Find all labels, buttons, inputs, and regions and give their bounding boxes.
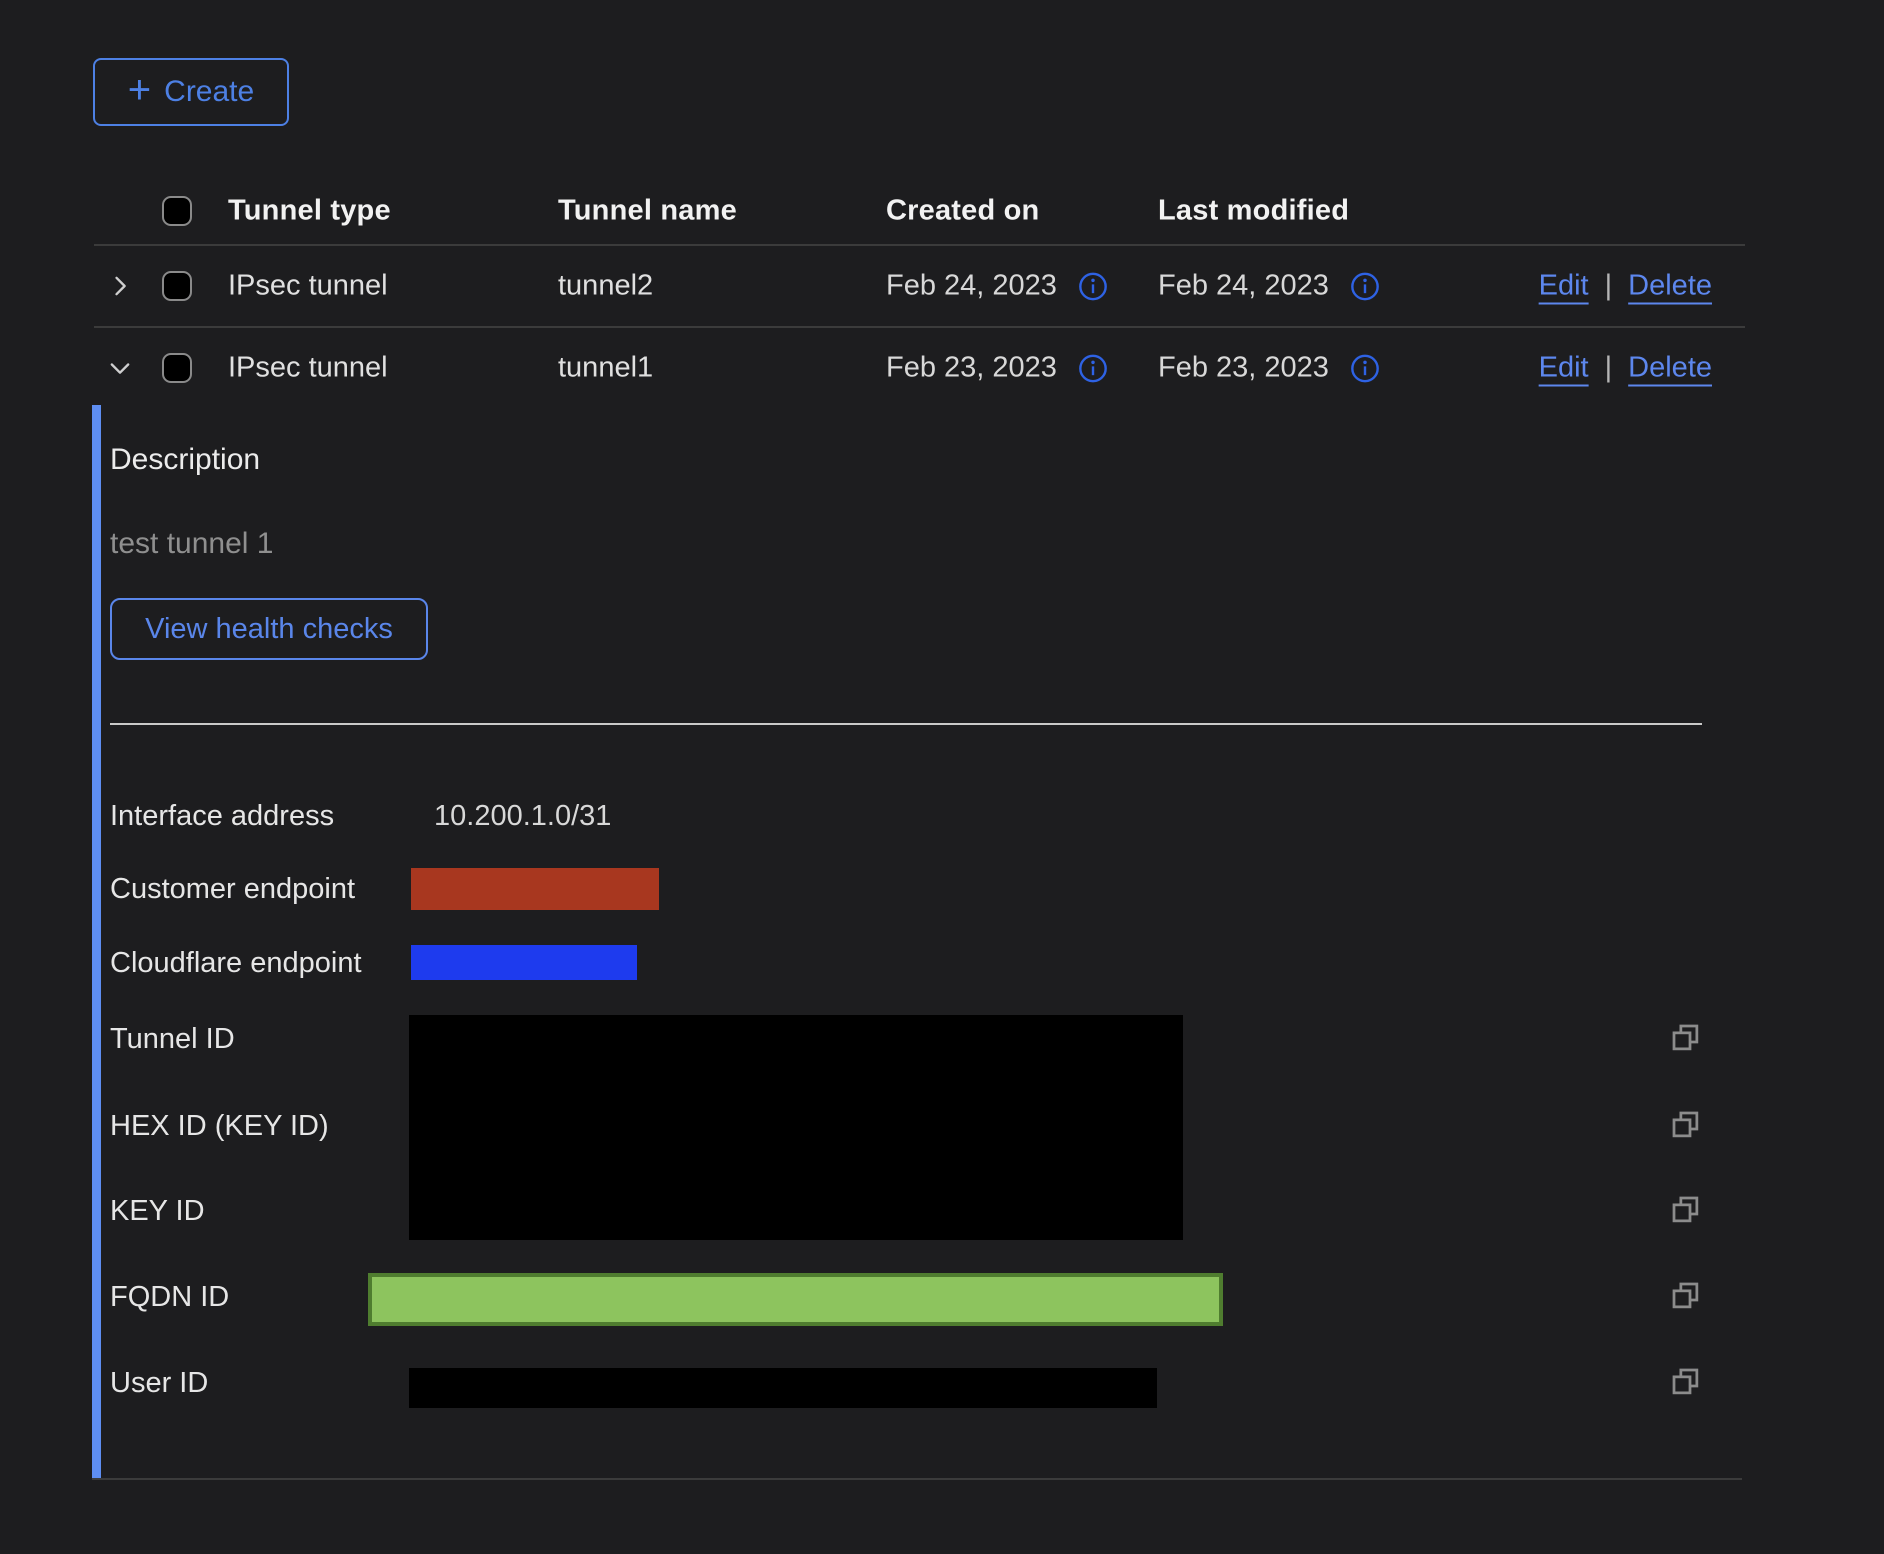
row-checkbox[interactable]: [162, 271, 192, 301]
last-modified-value: Feb 23, 2023: [1158, 352, 1329, 385]
last-modified-info-icon[interactable]: [1349, 270, 1381, 302]
copy-icon: [1670, 1022, 1702, 1054]
column-header-tunnel-type: Tunnel type: [228, 194, 391, 227]
table-header-row: Tunnel type Tunnel name Created on Last …: [94, 177, 1745, 246]
user-id-redacted-value: [409, 1368, 1157, 1408]
copy-user-id-button[interactable]: [1669, 1366, 1703, 1400]
last-modified-info-icon[interactable]: [1349, 352, 1381, 384]
tunnel-type-value: IPsec tunnel: [228, 270, 388, 303]
cloudflare-endpoint-redacted-value: [411, 945, 637, 980]
tunnel-detail-panel: Description test tunnel 1 View health ch…: [92, 405, 1742, 1480]
column-header-tunnel-name: Tunnel name: [558, 194, 737, 227]
copy-fqdn-id-button[interactable]: [1669, 1280, 1703, 1314]
description-label: Description: [110, 443, 260, 477]
created-on-value: Feb 24, 2023: [886, 270, 1057, 303]
copy-icon: [1670, 1280, 1702, 1312]
copy-key-id-button[interactable]: [1669, 1194, 1703, 1228]
copy-icon: [1670, 1194, 1702, 1226]
view-health-checks-button[interactable]: View health checks: [110, 598, 428, 660]
copy-hex-id-button[interactable]: [1669, 1109, 1703, 1143]
edit-link[interactable]: Edit: [1539, 352, 1589, 385]
tunnel-name-value: tunnel2: [558, 270, 653, 303]
table-row: IPsec tunnel tunnel1 Feb 23, 2023 Feb 23…: [94, 328, 1745, 408]
interface-address-value: 10.200.1.0/31: [434, 796, 611, 836]
interface-address-label: Interface address: [110, 796, 334, 836]
chevron-right-icon: [106, 272, 134, 300]
fqdn-id-label: FQDN ID: [110, 1277, 229, 1317]
customer-endpoint-label: Customer endpoint: [110, 869, 355, 909]
create-button-label: Create: [164, 75, 254, 109]
column-header-last-modified: Last modified: [1158, 194, 1349, 227]
select-all-checkbox[interactable]: [162, 196, 192, 226]
table-row: IPsec tunnel tunnel2 Feb 24, 2023 Feb 24…: [94, 246, 1745, 328]
create-button[interactable]: + Create: [93, 58, 289, 126]
tunnel-type-value: IPsec tunnel: [228, 352, 388, 385]
description-value: test tunnel 1: [110, 527, 273, 561]
collapse-row-button[interactable]: [106, 354, 134, 382]
action-separator: |: [1605, 270, 1613, 303]
delete-link[interactable]: Delete: [1628, 352, 1712, 385]
expanded-row-indicator-bar: [92, 405, 101, 1478]
created-on-info-icon[interactable]: [1077, 270, 1109, 302]
key-id-label: KEY ID: [110, 1191, 205, 1231]
copy-icon: [1670, 1109, 1702, 1141]
user-id-label: User ID: [110, 1363, 208, 1403]
created-on-value: Feb 23, 2023: [886, 352, 1057, 385]
copy-icon: [1670, 1366, 1702, 1398]
last-modified-value: Feb 24, 2023: [1158, 270, 1329, 303]
hex-id-label: HEX ID (KEY ID): [110, 1106, 329, 1146]
delete-link[interactable]: Delete: [1628, 270, 1712, 303]
section-divider: [110, 723, 1702, 725]
row-checkbox[interactable]: [162, 353, 192, 383]
customer-endpoint-redacted-value: [411, 868, 659, 910]
tunnels-table: Tunnel type Tunnel name Created on Last …: [94, 177, 1745, 408]
fqdn-id-redacted-value: [368, 1273, 1223, 1326]
created-on-info-icon[interactable]: [1077, 352, 1109, 384]
chevron-down-icon: [106, 354, 134, 382]
cloudflare-endpoint-label: Cloudflare endpoint: [110, 943, 362, 983]
copy-tunnel-id-button[interactable]: [1669, 1022, 1703, 1056]
tunnel-name-value: tunnel1: [558, 352, 653, 385]
tunnels-page: + Create Tunnel type Tunnel name Created…: [0, 0, 1884, 1554]
expand-row-button[interactable]: [106, 272, 134, 300]
edit-link[interactable]: Edit: [1539, 270, 1589, 303]
tunnel-id-label: Tunnel ID: [110, 1019, 235, 1059]
id-values-redacted-block: [409, 1015, 1183, 1240]
action-separator: |: [1605, 352, 1613, 385]
column-header-created-on: Created on: [886, 194, 1039, 227]
